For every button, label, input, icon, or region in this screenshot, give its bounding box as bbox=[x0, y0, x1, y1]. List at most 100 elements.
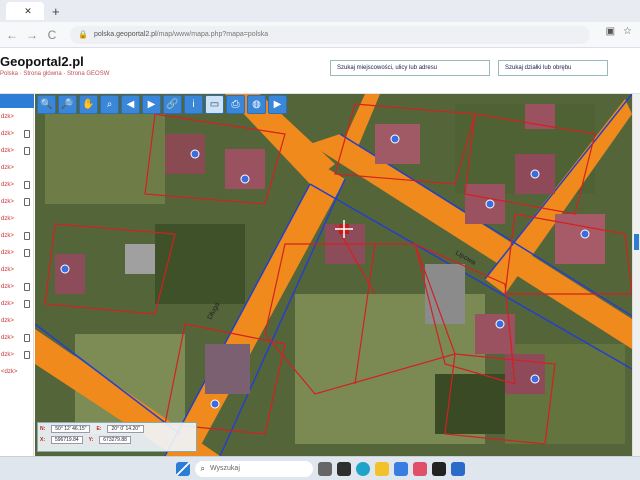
link-icon[interactable]: 🔗 bbox=[163, 95, 182, 114]
document-icon[interactable] bbox=[24, 146, 30, 155]
globe-icon[interactable]: ◍ bbox=[247, 95, 266, 114]
task-view-icon[interactable] bbox=[317, 461, 332, 476]
sidebar-item-label: <dzk> bbox=[1, 368, 18, 375]
sidebar-item[interactable]: dzk> bbox=[0, 125, 33, 142]
lock-icon: 🔒 bbox=[78, 30, 88, 39]
breadcrumb[interactable]: Polska · Strona główna · Strona GEOSW bbox=[0, 71, 109, 77]
search-icon: ⌕ bbox=[200, 463, 205, 473]
back-arrow-icon[interactable]: ◀ bbox=[121, 95, 140, 114]
sidebar-item[interactable]: dzk> bbox=[0, 295, 33, 312]
browser-toolbar: ← → C 🔒 polska.geoportal2.pl /map/www/ma… bbox=[0, 22, 640, 48]
sidebar-item[interactable]: dzk> bbox=[0, 261, 33, 278]
sidebar-item-label: dzk> bbox=[1, 334, 14, 341]
sidebar-item[interactable]: dzk> bbox=[0, 346, 33, 363]
document-icon[interactable] bbox=[24, 129, 30, 138]
document-icon[interactable] bbox=[24, 197, 30, 206]
browser-tab[interactable]: ✕ bbox=[6, 2, 44, 20]
zoom-out-icon[interactable]: 🔎 bbox=[58, 95, 77, 114]
zoom-in-icon[interactable]: 🔍 bbox=[37, 95, 56, 114]
document-icon[interactable] bbox=[24, 231, 30, 240]
print-icon[interactable]: ⎙ bbox=[226, 95, 245, 114]
sidebar-item[interactable]: dzk> bbox=[0, 329, 33, 346]
url-path: /map/www/mapa.php?mapa=polska bbox=[156, 31, 269, 38]
sidebar-item-label: dzk> bbox=[1, 266, 14, 273]
sidebar-item-label: dzk> bbox=[1, 232, 14, 239]
search-parcel-button[interactable]: Szukaj działki lub obrębu bbox=[498, 60, 608, 76]
photos-icon[interactable] bbox=[412, 461, 427, 476]
forward-button[interactable]: → bbox=[24, 28, 40, 42]
sidebar-item[interactable]: <dzk> bbox=[0, 363, 33, 380]
sidebar-item-label: dzk> bbox=[1, 351, 14, 358]
zoom-extent-icon[interactable]: ⌕ bbox=[100, 95, 119, 114]
edge-icon[interactable] bbox=[355, 461, 370, 476]
sidebar-item-label: dzk> bbox=[1, 164, 14, 171]
document-icon[interactable] bbox=[24, 350, 30, 359]
browser-tabbar: ✕ + bbox=[0, 0, 640, 22]
document-icon[interactable] bbox=[24, 333, 30, 342]
sidebar-item-label: dzk> bbox=[1, 181, 14, 188]
store-icon[interactable] bbox=[393, 461, 408, 476]
sidebar-item[interactable]: dzk> bbox=[0, 278, 33, 295]
pan-hand-icon[interactable]: ✋ bbox=[79, 95, 98, 114]
sidebar-item-label: dzk> bbox=[1, 283, 14, 290]
orthophoto-map[interactable]: Długa Lipowa bbox=[35, 94, 632, 456]
sidebar-item[interactable]: dzk> bbox=[0, 210, 33, 227]
site-logo[interactable]: Geoportal2.pl bbox=[0, 54, 84, 69]
taskbar: ⌕ Wyszukaj bbox=[0, 456, 640, 480]
sidebar-item[interactable]: dzk> bbox=[0, 159, 33, 176]
document-icon[interactable] bbox=[24, 299, 30, 308]
close-icon[interactable]: ✕ bbox=[24, 6, 32, 17]
reload-button[interactable]: C bbox=[44, 28, 60, 42]
measure-icon[interactable]: ▭ bbox=[205, 95, 224, 114]
lat-value: 50° 12' 46.15" bbox=[51, 425, 91, 433]
forward-arrow-icon[interactable]: ▶ bbox=[142, 95, 161, 114]
sidebar-item[interactable]: dzk> bbox=[0, 142, 33, 159]
x-value: 596719.84 bbox=[51, 436, 83, 444]
sidebar-item-label: dzk> bbox=[1, 249, 14, 256]
sidebar-item-label: dzk> bbox=[1, 215, 14, 222]
new-tab-button[interactable]: + bbox=[52, 4, 60, 19]
field-patch bbox=[45, 114, 165, 204]
sidebar-item[interactable]: dzk> bbox=[0, 176, 33, 193]
tree-patch bbox=[435, 374, 505, 434]
sidebar-header bbox=[0, 94, 34, 108]
document-icon[interactable] bbox=[24, 248, 30, 257]
document-icon[interactable] bbox=[24, 282, 30, 291]
sidebar-item-label: dzk> bbox=[1, 130, 14, 137]
camera-icon[interactable]: ▶ bbox=[268, 95, 287, 114]
sidebar-item[interactable]: dzk> bbox=[0, 227, 33, 244]
tree-patch bbox=[155, 224, 245, 304]
y-label: Y: bbox=[88, 437, 94, 443]
lon-value: 20° 0' 14.20" bbox=[107, 425, 144, 433]
coordinates-panel: N: 50° 12' 46.15" E: 20° 0' 14.20" X: 59… bbox=[37, 422, 197, 452]
windows-start-icon[interactable] bbox=[175, 461, 190, 476]
map-toolbar: 🔍 🔎 ✋ ⌕ ◀ ▶ 🔗 i ▭ ⎙ ◍ ▶ bbox=[37, 95, 287, 115]
sidebar-item[interactable]: dzk> bbox=[0, 108, 33, 125]
lat-label: N: bbox=[40, 426, 46, 432]
back-button[interactable]: ← bbox=[4, 28, 20, 42]
sidebar-item-label: dzk> bbox=[1, 300, 14, 307]
bookmark-star-icon[interactable]: ☆ bbox=[623, 26, 632, 37]
page-scrollbar[interactable] bbox=[632, 94, 640, 456]
taskbar-search[interactable]: ⌕ Wyszukaj bbox=[194, 460, 313, 477]
x-label: X: bbox=[40, 437, 45, 443]
sidebar: dzk> dzk> dzk> dzk> dzk> dzk> dzk> dzk> dzk> dzk>… bbox=[0, 94, 34, 456]
camera-app-icon[interactable] bbox=[336, 461, 351, 476]
info-icon[interactable]: i bbox=[184, 95, 203, 114]
sidebar-item-label: dzk> bbox=[1, 198, 14, 205]
dropbox-icon[interactable] bbox=[431, 461, 446, 476]
file-explorer-icon[interactable] bbox=[374, 461, 389, 476]
reader-icon[interactable]: ▣ bbox=[606, 26, 615, 37]
scrollbar-thumb[interactable] bbox=[634, 234, 639, 250]
address-bar[interactable]: 🔒 polska.geoportal2.pl /map/www/mapa.php… bbox=[70, 25, 590, 44]
sidebar-item[interactable]: dzk> bbox=[0, 244, 33, 261]
search-address-button[interactable]: Szukaj miejscowości, ulicy lub adresu bbox=[330, 60, 490, 76]
skype-icon[interactable] bbox=[450, 461, 465, 476]
document-icon[interactable] bbox=[24, 180, 30, 189]
lon-label: E: bbox=[96, 426, 102, 432]
map-view[interactable]: Długa Lipowa 🔍 🔎 ✋ ⌕ ◀ ▶ 🔗 i ▭ ⎙ ◍ ▶ N: … bbox=[35, 94, 632, 456]
sidebar-item-label: dzk> bbox=[1, 113, 14, 120]
y-value: 673279.88 bbox=[99, 436, 131, 444]
sidebar-item[interactable]: dzk> bbox=[0, 312, 33, 329]
sidebar-item[interactable]: dzk> bbox=[0, 193, 33, 210]
